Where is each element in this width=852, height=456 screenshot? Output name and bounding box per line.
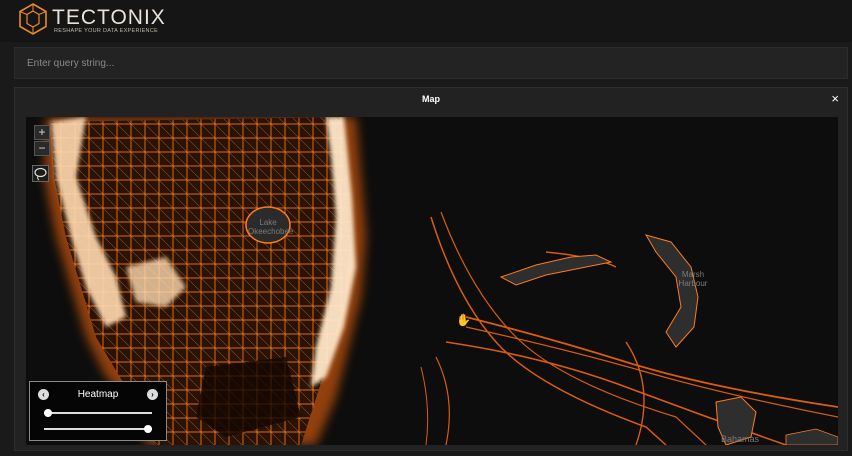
lake-label: Lake Okeechobee [248, 218, 294, 236]
bahamas-label: Bahamas [721, 434, 760, 444]
lasso-tool-button[interactable] [32, 165, 49, 182]
zoom-in-button[interactable]: + [34, 125, 50, 140]
zoom-out-button[interactable]: − [34, 141, 50, 156]
brand-tagline: RESHAPE YOUR DATA EXPERIENCE [54, 28, 159, 34]
abaco-island [644, 234, 699, 348]
slider-2-knob[interactable] [144, 425, 152, 433]
heatmap-control: ‹ Heatmap › [29, 381, 167, 441]
close-icon[interactable]: × [831, 92, 839, 106]
heatmap-title: Heatmap [77, 389, 119, 400]
tectonix-logo-icon [19, 3, 47, 35]
shipping-lanes [420, 211, 838, 445]
slider-1-knob[interactable] [44, 409, 52, 417]
next-arrow-icon[interactable]: › [147, 389, 158, 400]
map-panel: Map × + − Lake Okeechobee Marsh Harbour … [14, 87, 848, 451]
top-bar: TECTONIX RESHAPE YOUR DATA EXPERIENCE [0, 0, 852, 42]
brand-name: TECTONIX [52, 6, 166, 29]
heatmap-slider-1[interactable] [44, 409, 152, 417]
heatmap-slider-2[interactable] [44, 425, 152, 433]
map-canvas[interactable]: + − Lake Okeechobee Marsh Harbour Bahama… [26, 117, 838, 445]
marsh-harbour-label: Marsh Harbour [678, 270, 708, 288]
panel-title: Map [422, 94, 440, 104]
lasso-icon [34, 167, 47, 181]
query-bar [14, 47, 848, 79]
panel-header: Map × [15, 88, 847, 112]
query-input[interactable] [15, 48, 847, 78]
hand-cursor-icon: ✋ [456, 313, 471, 327]
grand-bahama [499, 254, 613, 286]
